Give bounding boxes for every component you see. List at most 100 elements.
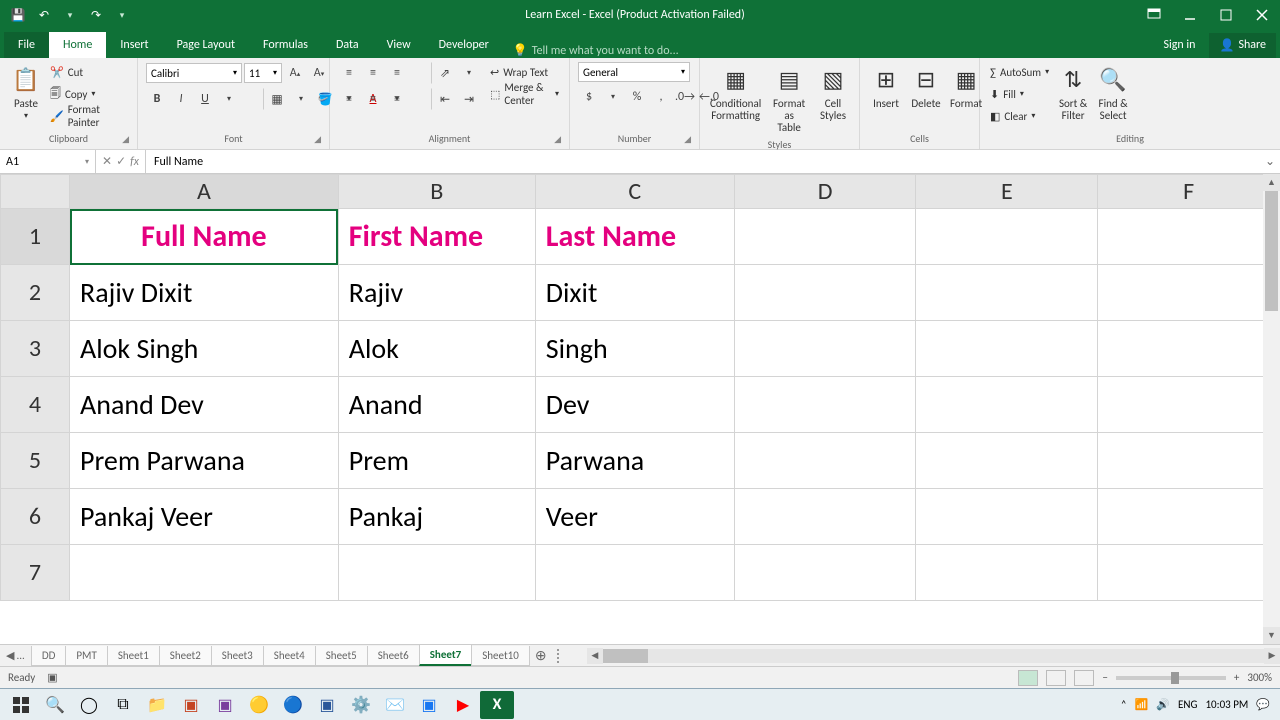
currency-icon[interactable]: $ [578,86,600,108]
cell-E4[interactable] [916,377,1098,433]
cut-button[interactable]: ✂️Cut [48,62,129,82]
undo-icon[interactable]: ↶ [32,3,56,27]
zoom-in-icon[interactable]: + [1234,671,1239,684]
increase-font-icon[interactable]: A▴ [284,62,306,84]
undo-more-icon[interactable]: ▾ [58,3,82,27]
font-name-combo[interactable]: Calibri▾ [146,63,242,83]
zoom-level[interactable]: 300% [1247,671,1272,684]
row-header-1[interactable]: 1 [1,209,70,265]
tab-view[interactable]: View [373,32,425,58]
cell-C1[interactable]: Last Name [535,209,734,265]
tell-me-search[interactable]: 💡Tell me what you want to do... [503,43,679,58]
number-launcher-icon[interactable]: ◢ [684,134,691,145]
cell-F2[interactable] [1098,265,1280,321]
cell-F1[interactable] [1098,209,1280,265]
scroll-up-icon[interactable]: ▲ [1263,174,1280,191]
conditional-formatting-button[interactable]: ▦Conditional Formatting [708,62,763,124]
merge-center-button[interactable]: ⬚Merge & Center▾ [488,84,561,104]
clock[interactable]: 10:03 PM [1205,698,1248,711]
volume-icon[interactable]: 🔊 [1156,698,1170,711]
scroll-down-icon[interactable]: ▼ [1263,627,1280,644]
page-break-view-icon[interactable] [1074,670,1094,686]
ribbon-options-icon[interactable] [1136,0,1172,30]
tab-home[interactable]: Home [49,32,106,58]
row-header-7[interactable]: 7 [1,545,70,601]
settings-icon[interactable]: ⚙️ [344,691,378,719]
cell-B1[interactable]: First Name [338,209,535,265]
redo-icon[interactable]: ↷ [84,3,108,27]
vertical-scrollbar[interactable]: ▲ ▼ [1263,174,1280,644]
hscroll-thumb[interactable] [603,649,648,663]
sheet-tab-sheet7[interactable]: Sheet7 [419,645,473,666]
sheet-tab-sheet10[interactable]: Sheet10 [471,646,530,666]
bold-button[interactable]: B [146,88,168,110]
cell-F3[interactable] [1098,321,1280,377]
cell-F6[interactable] [1098,489,1280,545]
cell-C4[interactable]: Dev [535,377,734,433]
file-explorer-icon[interactable]: 📁 [140,691,174,719]
macro-record-icon[interactable]: ▣ [47,671,57,684]
cell-C2[interactable]: Dixit [535,265,734,321]
share-button[interactable]: 👤Share [1209,33,1276,58]
column-header-D[interactable]: D [734,175,916,209]
scroll-thumb[interactable] [1265,191,1278,311]
enter-formula-icon[interactable]: ✓ [116,154,126,169]
cell-styles-button[interactable]: ▧Cell Styles [815,62,851,124]
tab-formulas[interactable]: Formulas [249,32,322,58]
minimize-icon[interactable] [1172,0,1208,30]
underline-more-icon[interactable]: ▾ [218,88,240,110]
tab-data[interactable]: Data [322,32,373,58]
tab-file[interactable]: File [4,32,49,58]
cell-A1[interactable]: Full Name [70,209,339,265]
cell-A7[interactable] [70,545,339,601]
tab-developer[interactable]: Developer [425,32,503,58]
tab-insert[interactable]: Insert [106,32,162,58]
increase-indent-icon[interactable]: ⇥ [458,88,480,110]
new-sheet-button[interactable]: ⊕ [529,647,553,664]
cell-B5[interactable]: Prem [338,433,535,489]
cell-A3[interactable]: Alok Singh [70,321,339,377]
cell-B2[interactable]: Rajiv [338,265,535,321]
save-icon[interactable]: 💾 [6,3,30,27]
border-button[interactable]: ▦ [266,88,288,110]
horizontal-scrollbar[interactable]: ◀ ▶ [587,648,1280,664]
close-icon[interactable] [1244,0,1280,30]
sheet-tab-sheet3[interactable]: Sheet3 [211,646,264,666]
sheet-nav-prev-icon[interactable]: ◀ [6,649,14,662]
onenote-icon[interactable]: ▣ [208,691,242,719]
zoom-slider[interactable] [1116,676,1226,680]
clipboard-launcher-icon[interactable]: ◢ [122,134,129,145]
column-header-A[interactable]: A [70,175,339,209]
align-right-icon[interactable]: ≡ [386,88,408,110]
cell-D3[interactable] [734,321,916,377]
align-left-icon[interactable]: ≡ [338,88,360,110]
sign-in-link[interactable]: Sign in [1153,32,1205,58]
sheet-tab-sheet1[interactable]: Sheet1 [107,646,160,666]
formula-input[interactable]: Full Name [146,155,1260,169]
cell-D5[interactable] [734,433,916,489]
task-view-icon[interactable]: ⧉ [106,691,140,719]
sheet-tab-sheet6[interactable]: Sheet6 [367,646,420,666]
cell-D7[interactable] [734,545,916,601]
fx-icon[interactable]: fx [130,155,139,169]
cell-E6[interactable] [916,489,1098,545]
wrap-text-button[interactable]: ↩Wrap Text [488,62,561,82]
row-header-2[interactable]: 2 [1,265,70,321]
cell-C7[interactable] [535,545,734,601]
cell-E3[interactable] [916,321,1098,377]
qat-customize-icon[interactable]: ▾ [110,3,134,27]
cell-D2[interactable] [734,265,916,321]
align-bottom-icon[interactable]: ≡ [386,62,408,84]
cell-C5[interactable]: Parwana [535,433,734,489]
decrease-indent-icon[interactable]: ⇤ [434,88,456,110]
currency-more-icon[interactable]: ▾ [602,86,624,108]
alignment-launcher-icon[interactable]: ◢ [554,134,561,145]
sheet-tab-pmt[interactable]: PMT [65,646,107,666]
page-layout-view-icon[interactable] [1046,670,1066,686]
format-painter-button[interactable]: 🖌️Format Painter [48,106,129,126]
word-icon[interactable]: ▣ [310,691,344,719]
cell-D4[interactable] [734,377,916,433]
cell-C3[interactable]: Singh [535,321,734,377]
copy-button[interactable]: 🗐Copy▾ [48,84,129,104]
comma-icon[interactable]: , [650,86,672,108]
